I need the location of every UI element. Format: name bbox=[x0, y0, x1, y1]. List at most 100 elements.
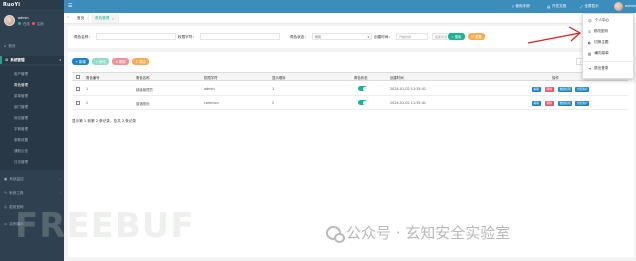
sidebar-subitem-dicts[interactable]: 字典管理 bbox=[0, 125, 64, 133]
fullscreen-link-label: 全屏显示 bbox=[584, 4, 599, 8]
export-button[interactable]: ⇩ 导出 bbox=[132, 58, 149, 65]
sidebar-subitem-menus[interactable]: 菜单管理 bbox=[0, 92, 64, 100]
menu-item-logout[interactable]: ⇥ 退出登录 bbox=[583, 64, 635, 73]
col-role-key[interactable]: 权限字符 bbox=[204, 75, 218, 80]
user-icon: ☺ bbox=[588, 18, 592, 23]
start-time-input[interactable]: 开始时间 bbox=[396, 33, 428, 40]
role-name-input[interactable] bbox=[96, 33, 176, 40]
sidebar-item-monitor[interactable]: ▣ 系统监控 ‹ bbox=[0, 175, 64, 183]
role-status-select[interactable]: 所有 ▾ bbox=[312, 33, 372, 40]
cell-role-key: common bbox=[204, 101, 219, 105]
row-checkbox[interactable] bbox=[76, 87, 80, 91]
online-dot-icon bbox=[18, 22, 21, 25]
sidebar-item-system[interactable]: ⚙ 系统管理 ▾ bbox=[0, 56, 64, 64]
reset-button[interactable]: ↻ 重置 bbox=[468, 33, 485, 40]
menu-item-label: 个人中心 bbox=[594, 18, 610, 22]
sidebar-subitem-notices[interactable]: 通知公告 bbox=[0, 147, 64, 155]
col-role-name[interactable]: 角色名称 bbox=[136, 75, 150, 80]
col-actions: 操作 bbox=[552, 76, 559, 80]
tabs-scroll-left-icon[interactable]: « bbox=[67, 15, 69, 19]
docs-link-label: 开发文档 bbox=[551, 4, 567, 8]
col-role-id[interactable]: 角色编号 bbox=[86, 75, 100, 80]
chevron-down-icon: ▾ bbox=[367, 34, 369, 39]
role-status-toggle[interactable] bbox=[358, 86, 367, 91]
close-icon[interactable]: × bbox=[111, 17, 114, 21]
edit-button[interactable]: ✎ 修改 bbox=[92, 58, 109, 65]
role-status-toggle[interactable] bbox=[358, 100, 367, 105]
row-assign-user-button[interactable]: 分配用户 bbox=[575, 100, 590, 106]
topbar-username[interactable]: admin bbox=[625, 4, 636, 8]
sidebar-item-label: 系统监控 bbox=[9, 176, 24, 181]
app-logo[interactable]: RuoYi bbox=[0, 0, 64, 9]
sidebar-subitem-logs[interactable]: 日志管理 bbox=[0, 158, 64, 166]
channel-watermark: 公众号 · 玄知安全实验室 bbox=[326, 222, 510, 243]
row-edit-button[interactable]: 编辑 bbox=[532, 100, 541, 106]
col-role-status[interactable]: 角色状态 bbox=[354, 75, 368, 80]
chevron-left-icon: ‹ bbox=[59, 191, 61, 195]
menu-item-change-password[interactable]: ⚿ 修改密码 bbox=[583, 27, 635, 36]
create-time-label: 创建时间： bbox=[374, 35, 392, 39]
col-create-time[interactable]: 创建时间 bbox=[390, 75, 404, 80]
wrench-icon: ✎ bbox=[4, 191, 8, 195]
docs-link[interactable]: ▤ 开发文档 bbox=[547, 4, 566, 9]
sidebar-subitem-params[interactable]: 参数设置 bbox=[0, 136, 64, 144]
menu-toggle-icon[interactable]: ☰ bbox=[68, 3, 72, 9]
fullscreen-link[interactable]: ⤢ 全屏显示 bbox=[580, 4, 599, 9]
menu-item-switch-theme[interactable]: ◐ 切换主题 bbox=[583, 38, 635, 47]
row-data-permission-button[interactable]: 数据权限 bbox=[558, 100, 573, 106]
tab-home[interactable]: 首页 bbox=[73, 14, 90, 23]
sidebar-item-label: 首页 bbox=[8, 43, 16, 48]
logout-link[interactable]: 注销 bbox=[37, 21, 44, 26]
table-row[interactable]: 2 普通角色 common 2 2024-01-02 11:35:41 编辑 删… bbox=[72, 97, 628, 110]
chevron-down-icon: ▾ bbox=[59, 58, 61, 62]
manual-link[interactable]: ? 使用手册 bbox=[512, 4, 530, 9]
end-time-placeholder: 结束时间 bbox=[435, 34, 448, 39]
sidebar-item-label: 系统工具 bbox=[9, 190, 24, 195]
plus-icon: + bbox=[75, 59, 79, 64]
menu-item-profile[interactable]: ☺ 个人中心 bbox=[583, 16, 635, 25]
download-icon: ⇩ bbox=[135, 59, 139, 64]
monitor-icon: ▣ bbox=[4, 177, 8, 181]
user-dropdown-menu: ☺ 个人中心 ⚿ 修改密码 ◐ 切换主题 ▥ 横向菜单 ⇥ 退出登录 bbox=[582, 13, 635, 79]
page-tabs: « 首页 角色管理 × bbox=[64, 13, 636, 24]
col-display-order[interactable]: 显示顺序 bbox=[272, 75, 286, 80]
cell-create-time: 2024-01-02 11:35:41 bbox=[390, 87, 427, 91]
sidebar-subitem-posts[interactable]: 岗位管理 bbox=[0, 114, 64, 122]
sidebar-item-tools[interactable]: ✎ 系统工具 ‹ bbox=[0, 189, 64, 197]
tab-roles[interactable]: 角色管理 × bbox=[91, 14, 120, 23]
globe-icon: ◎ bbox=[4, 205, 8, 209]
sidebar-subitem-users[interactable]: 用户管理 bbox=[0, 70, 64, 78]
topbar-avatar[interactable] bbox=[614, 2, 623, 11]
delete-button[interactable]: ✕ 删除 bbox=[112, 58, 129, 65]
sidebar-subitem-roles[interactable]: 角色管理 bbox=[0, 81, 64, 89]
cell-display-order: 1 bbox=[272, 87, 275, 91]
manual-link-label: 使用手册 bbox=[515, 4, 530, 8]
menu-item-label: 切换主题 bbox=[594, 40, 609, 44]
role-key-input[interactable] bbox=[200, 33, 280, 40]
freebuf-watermark: FREEBUF bbox=[15, 206, 195, 246]
table-row[interactable]: 1 超级管理员 admin 1 2024-01-02 11:35:41 编辑 删… bbox=[72, 83, 628, 96]
sidebar-item-home[interactable]: ⌂ 首页 bbox=[0, 42, 64, 50]
sidebar-subitem-depts[interactable]: 部门管理 bbox=[0, 103, 64, 111]
pagination-info: 显示第 1 到第 2 条记录，总共 2 条记录 bbox=[72, 119, 137, 123]
logout-dot-icon bbox=[31, 22, 35, 25]
logout-icon: ⇥ bbox=[588, 66, 592, 71]
row-delete-button[interactable]: 删除 bbox=[545, 100, 554, 106]
menu-item-horizontal-menu[interactable]: ▥ 横向菜单 bbox=[583, 49, 635, 58]
row-data-permission-button[interactable]: 数据权限 bbox=[558, 86, 573, 92]
user-avatar[interactable] bbox=[4, 15, 15, 26]
search-button[interactable]: ⌕ 搜索 bbox=[448, 33, 465, 40]
row-edit-button[interactable]: 编辑 bbox=[532, 86, 541, 92]
role-key-label: 权限字符： bbox=[178, 35, 196, 39]
refresh-icon: ↻ bbox=[471, 34, 475, 39]
add-button[interactable]: + 新增 bbox=[72, 58, 89, 65]
row-delete-button[interactable]: 删除 bbox=[545, 86, 554, 92]
cell-role-id: 2 bbox=[86, 101, 89, 105]
key-icon: ⚿ bbox=[588, 29, 591, 34]
row-checkbox[interactable] bbox=[76, 101, 80, 105]
row-assign-user-button[interactable]: 分配用户 bbox=[575, 86, 590, 92]
menu-item-label: 横向菜单 bbox=[594, 51, 609, 55]
layout-icon: ▥ bbox=[588, 51, 592, 56]
add-button-label: 新增 bbox=[79, 60, 86, 64]
select-all-checkbox[interactable] bbox=[76, 75, 80, 79]
